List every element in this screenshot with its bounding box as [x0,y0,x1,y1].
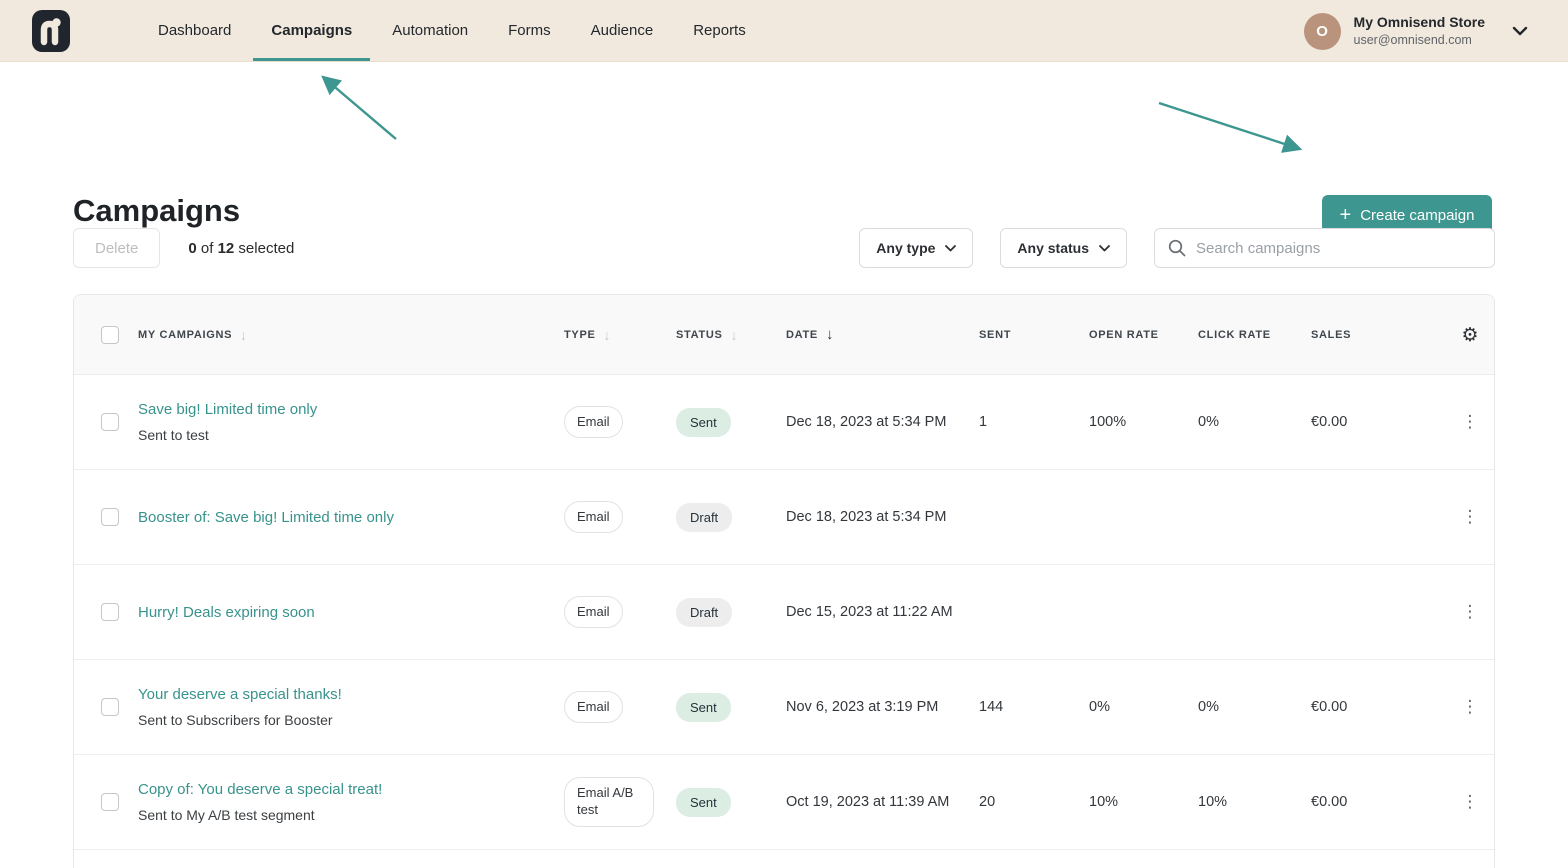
campaign-name-link[interactable]: Copy of: You deserve a special treat! [138,781,544,798]
column-header-open-rate: Open rate [1089,328,1159,341]
omnisend-logo-icon[interactable] [32,9,70,52]
main-nav: Dashboard Campaigns Automation Forms Aud… [138,0,766,61]
sort-arrow-icon: ↓ [240,326,248,343]
row-actions-kebab-icon[interactable]: ⋮ [1462,412,1479,432]
row-actions-kebab-icon[interactable]: ⋮ [1462,792,1479,812]
search-icon [1168,239,1186,257]
table-settings-gear-icon[interactable]: ⚙ [1461,324,1478,346]
row-checkbox[interactable] [101,508,119,526]
nav-item-dashboard[interactable]: Dashboard [138,0,251,61]
campaigns-page: Campaigns + Create campaign Delete 0 of … [0,62,1568,868]
row-checkbox[interactable] [101,793,119,811]
sort-arrow-icon: ↓ [730,326,739,343]
store-name: My Omnisend Store [1353,14,1485,31]
campaign-name-link[interactable]: Booster of: Save big! Limited time only [138,509,544,526]
row-checkbox[interactable] [101,603,119,621]
status-badge: Draft [676,502,733,532]
column-header-sales: Sales [1311,328,1352,341]
store-avatar: O [1303,12,1341,50]
sent-cell: 20 [979,794,996,810]
sent-cell: 1 [979,414,988,430]
row-checkbox[interactable] [101,413,119,431]
type-badge: Email [564,405,623,439]
select-all-checkbox[interactable] [101,325,119,344]
click-rate-cell: 0% [1198,414,1219,430]
table-row: Booster of: Save big! Limited time only … [74,470,1494,565]
campaigns-table: My campaigns ↓ Type ↓ Status ↓ Date ↓ Sent O… [73,294,1495,868]
open-rate-cell: 100% [1089,414,1127,430]
date-cell: Oct 19, 2023 at 11:39 AM [786,794,950,810]
column-header-date[interactable]: Date ↓ [786,326,979,343]
row-actions-kebab-icon[interactable]: ⋮ [1462,697,1479,717]
date-cell: Dec 18, 2023 at 5:34 PM [786,414,947,430]
column-header-status[interactable]: Status ↓ [676,327,786,343]
type-badge: Email [564,595,623,629]
campaign-subtitle: Sent to My A/B test segment [138,807,315,823]
nav-item-reports[interactable]: Reports [673,0,766,61]
delete-button[interactable]: Delete [73,228,161,268]
campaign-name-link[interactable]: Your deserve a special thanks! [138,686,544,703]
date-cell: Dec 15, 2023 at 11:22 AM [786,604,953,620]
status-badge: Sent [676,787,731,817]
sales-cell: €0.00 [1311,794,1348,810]
sort-arrow-icon: ↓ [603,326,612,343]
open-rate-cell: 10% [1089,794,1119,810]
nav-item-forms[interactable]: Forms [488,0,571,61]
nav-item-automation[interactable]: Automation [372,0,488,61]
campaign-name-link[interactable]: Save big! Limited time only [138,401,544,418]
row-actions-kebab-icon[interactable]: ⋮ [1462,507,1479,527]
table-row: Save big! Limited time only Sent to test… [74,375,1494,470]
nav-item-campaigns[interactable]: Campaigns [251,0,372,61]
column-header-type[interactable]: Type ↓ [564,327,676,343]
table-row: Hurry! Deals expiring soon Email Draft D… [74,565,1494,660]
account-email: user@omnisend.com [1353,33,1472,47]
chevron-down-icon [1099,244,1110,251]
column-header-sent: Sent [979,328,1012,341]
type-badge: Email [564,500,623,534]
chevron-down-icon [1512,26,1528,36]
page-title: Campaigns [73,193,241,228]
search-box [1154,228,1495,268]
sent-cell: 144 [979,699,1004,715]
top-navigation-bar: Dashboard Campaigns Automation Forms Aud… [0,0,1568,62]
annotation-arrow-create-campaign [1158,101,1303,153]
table-header-row: My campaigns ↓ Type ↓ Status ↓ Date ↓ Sent O… [74,295,1494,375]
filters: Any type Any status [859,228,1495,268]
annotation-arrow-campaigns-tab [321,75,397,140]
date-cell: Dec 18, 2023 at 5:34 PM [786,509,947,525]
type-filter-dropdown[interactable]: Any type [859,228,974,268]
column-header-my-campaigns[interactable]: My campaigns ↓ [138,327,564,343]
date-cell: Nov 6, 2023 at 3:19 PM [786,699,939,715]
open-rate-cell: 0% [1089,699,1110,715]
type-badge: Email [564,690,623,724]
campaign-subtitle: Sent to Subscribers for Booster [138,712,333,728]
sales-cell: €0.00 [1311,699,1348,715]
status-badge: Sent [676,407,731,437]
search-input[interactable] [1196,239,1481,257]
sort-arrow-active-icon: ↓ [825,326,835,343]
account-menu[interactable]: O My Omnisend Store user@omnisend.com [1303,0,1528,62]
chevron-down-icon [945,244,957,251]
status-badge: Sent [676,692,731,722]
column-header-click-rate: Click rate [1198,328,1271,341]
nav-item-audience[interactable]: Audience [571,0,674,61]
type-badge: Email A/B test [564,777,654,827]
click-rate-cell: 10% [1198,794,1228,810]
table-toolbar: Delete 0 of 12 selected Any type Any sta… [73,228,1495,268]
selection-count: 0 of 12 selected [188,239,295,257]
status-badge: Draft [676,597,733,627]
plus-icon: + [1339,203,1352,226]
status-filter-dropdown[interactable]: Any status [1000,228,1127,268]
row-actions-kebab-icon[interactable]: ⋮ [1462,602,1479,622]
click-rate-cell: 0% [1198,699,1219,715]
table-row: Copy of: You deserve a special treat! Se… [74,755,1494,850]
table-row: Your deserve a special thanks! Sent to S… [74,660,1494,755]
campaign-name-link[interactable]: Hurry! Deals expiring soon [138,604,544,621]
campaign-subtitle: Sent to test [138,427,209,443]
row-checkbox[interactable] [101,698,119,716]
sales-cell: €0.00 [1311,414,1348,430]
